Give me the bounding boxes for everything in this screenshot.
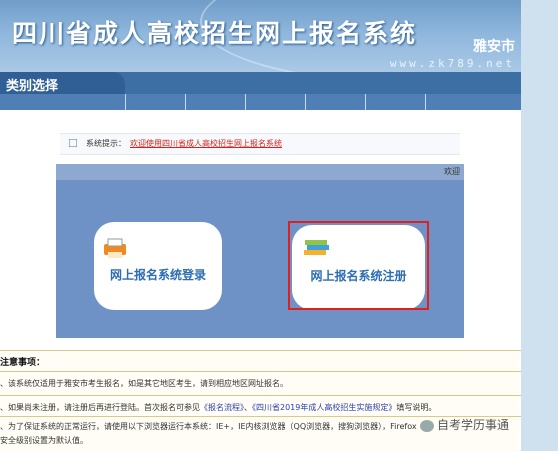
notes-line-4: 安全级别设置为默认值。 [0, 436, 88, 445]
notes-line-1: 、该系统仅适用于雅安市考生报名，如是其它地区考生，请到相应地区网址报名。 [0, 379, 288, 388]
category-tab-label: 类别选择 [6, 79, 59, 94]
wechat-icon [420, 419, 434, 432]
printer-icon [104, 238, 126, 258]
menu-divider [365, 94, 366, 110]
menu-divider [185, 94, 186, 110]
menu-divider [305, 94, 306, 110]
notes-line-2-mid: 、 [244, 403, 252, 412]
menu-divider [245, 94, 246, 110]
menu-divider [125, 94, 126, 110]
site-title: 四川省成人高校招生网上报名系统 [12, 19, 418, 48]
notes-line-2-pre: 、如果尚未注册，请注册后再进行登陆。首次报名可参见 [0, 403, 200, 412]
notes-line-3: 、为了保证系统的正常运行，请使用以下浏览器运行本系统：IE+，IE内核浏览器（Q… [0, 422, 417, 431]
menu-bar [0, 94, 521, 110]
notice-link[interactable]: 欢迎使用四川省成人高校招生网上报名系统 [130, 138, 282, 149]
notes-divider [0, 395, 521, 396]
notes-line-2: 、如果尚未注册，请注册后再进行登陆。首次报名可参见《报名流程》、《四川省2019… [0, 402, 436, 413]
welcome-text: 欢迎 [444, 167, 460, 176]
header-banner: 四川省成人高校招生网上报名系统 雅安市 www.zk789.net [0, 0, 521, 72]
login-card[interactable]: 网上报名系统登录 [94, 222, 222, 310]
city-name: 雅安市 [473, 39, 515, 55]
menu-divider [425, 94, 426, 110]
watermark: 自考学历事通 [420, 416, 509, 433]
notice-label: 系统提示： [86, 139, 126, 148]
system-notice: ☐ 系统提示： 欢迎使用四川省成人高校招生网上报名系统 [60, 133, 460, 155]
site-url: www.zk789.net [389, 57, 515, 70]
notes-line-2-post: 填写说明。 [396, 403, 437, 412]
notes-heading: 注意事项： [0, 358, 46, 368]
right-margin [521, 0, 558, 451]
regulation-link[interactable]: 《四川省2019年成人高校招生实施规定》 [252, 403, 396, 412]
category-tab: 类别选择 [0, 72, 125, 94]
watermark-text: 自考学历事通 [437, 418, 510, 432]
message-icon: ☐ [68, 137, 78, 150]
login-label: 网上报名系统登录 [109, 268, 206, 282]
notes-section: 注意事项： 、该系统仅适用于雅安市考生报名，如是其它地区考生，请到相应地区网址报… [0, 350, 521, 452]
highlight-box [288, 221, 429, 310]
welcome-bar: 欢迎 [56, 164, 464, 180]
process-link[interactable]: 《报名流程》 [200, 403, 244, 412]
notes-divider [0, 371, 521, 372]
